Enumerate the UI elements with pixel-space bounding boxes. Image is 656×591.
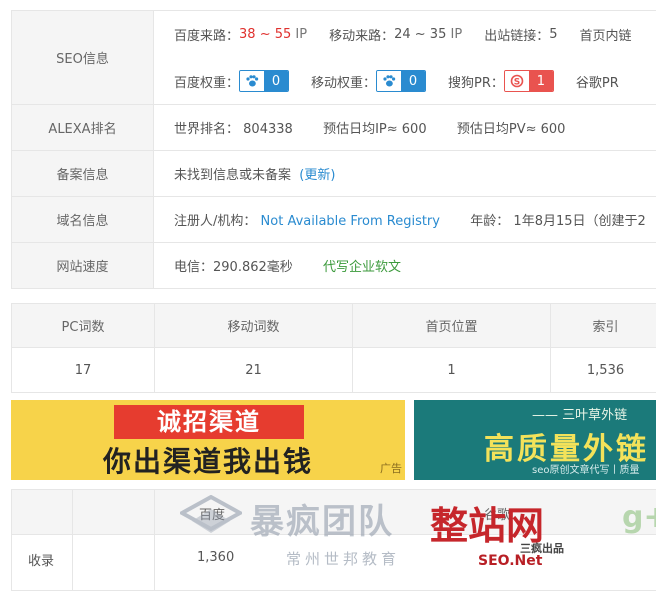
age-label: 年龄： bbox=[470, 214, 509, 229]
beian-update-link[interactable]: (更新) bbox=[299, 168, 335, 183]
baidu-weight-badge[interactable]: 0 bbox=[239, 70, 289, 92]
watermark-logo: 暴疯团队 bbox=[180, 494, 394, 543]
channel-recruit-banner[interactable]: 诚招渠道 你出渠道我出钱 广告 bbox=[11, 400, 405, 480]
world-rank-value: 804338 bbox=[243, 122, 293, 137]
sogou-pr-badge[interactable]: S 1 bbox=[504, 70, 554, 92]
baidu-weight-label: 百度权重： bbox=[174, 72, 239, 91]
site-info-table: SEO信息 百度来路： 38 ~ 55 IP 移动来路： 24 ~ 35 IP … bbox=[11, 10, 656, 289]
beian-label: 备案信息 bbox=[12, 151, 154, 197]
header-pc-words: PC词数 bbox=[12, 304, 155, 348]
domain-values: 注册人/机构： Not Available From Registry 年龄： … bbox=[154, 197, 656, 243]
homepage-links-label: 首页内链 bbox=[579, 25, 631, 44]
google-pr-label: 谷歌PR bbox=[576, 72, 619, 91]
value-pc-words[interactable]: 17 bbox=[12, 348, 155, 393]
ip-estimate: 预估日均IP≈ 600 bbox=[323, 122, 427, 137]
logo-icon bbox=[180, 495, 242, 543]
domain-label: 域名信息 bbox=[12, 197, 154, 243]
ip-unit-2: IP bbox=[451, 27, 463, 42]
indexed-left-column bbox=[12, 490, 73, 590]
ip-unit-1: IP bbox=[295, 27, 307, 42]
header-index: 索引 bbox=[551, 304, 656, 348]
ad-link[interactable]: 代写企业软文 bbox=[323, 260, 401, 275]
pv-estimate: 预估日均PV≈ 600 bbox=[457, 122, 566, 137]
watermark-site-sub: SEO.Net bbox=[478, 553, 542, 569]
watermark-sub-text: 常州世邦教育 bbox=[286, 548, 400, 569]
beian-value: 未找到信息或未备案 bbox=[174, 168, 291, 183]
banner-left-bottom-text: 你出渠道我出钱 bbox=[11, 440, 405, 480]
svg-text:S: S bbox=[514, 78, 520, 88]
registrant-label: 注册人/机构： bbox=[174, 214, 256, 229]
mobile-weight-value: 0 bbox=[401, 71, 425, 91]
alexa-label: ALEXA排名 bbox=[12, 105, 154, 151]
word-count-value-row: 17 21 1 1,536 bbox=[12, 348, 656, 393]
header-homepage-position: 首页位置 bbox=[353, 304, 551, 348]
banner-left-top-text: 诚招渠道 bbox=[114, 405, 304, 439]
baidu-route-value: 38 ~ 55 bbox=[239, 27, 291, 42]
mobile-weight-label: 移动权重： bbox=[311, 72, 376, 91]
baidu-route-label: 百度来路： bbox=[174, 25, 239, 44]
indexed-baidu-value[interactable]: 1,360 bbox=[197, 550, 234, 565]
paw-icon bbox=[240, 71, 264, 91]
header-mobile-words: 移动词数 bbox=[155, 304, 353, 348]
word-count-header-row: PC词数 移动词数 首页位置 索引 bbox=[12, 304, 656, 348]
seo-values: 百度来路： 38 ~ 55 IP 移动来路： 24 ~ 35 IP 出站链接： … bbox=[154, 11, 656, 105]
age-value: 1年8月15日（创建于2 bbox=[513, 214, 645, 229]
value-mobile-words[interactable]: 21 bbox=[155, 348, 353, 393]
telecom-speed: 电信：290.862毫秒 bbox=[174, 260, 293, 275]
beian-values: 未找到信息或未备案 (更新) bbox=[154, 151, 656, 197]
sogou-pr-label: 搜狗PR： bbox=[448, 72, 504, 91]
ad-tag: 广告 bbox=[380, 460, 402, 476]
world-rank-label: 世界排名： bbox=[174, 122, 239, 137]
seo-line-2: 百度权重： 0 移动权重： 0 搜狗PR： bbox=[174, 57, 656, 104]
seo-line-1: 百度来路： 38 ~ 55 IP 移动来路： 24 ~ 35 IP 出站链接： … bbox=[174, 11, 656, 57]
word-count-table: PC词数 移动词数 首页位置 索引 17 21 1 1,536 bbox=[11, 303, 656, 393]
paw-icon bbox=[377, 71, 401, 91]
baidu-weight-value: 0 bbox=[264, 71, 288, 91]
speed-values: 电信：290.862毫秒 代写企业软文 bbox=[154, 243, 656, 289]
value-index[interactable]: 1,536 bbox=[551, 348, 656, 393]
alexa-values: 世界排名： 804338 预估日均IP≈ 600 预估日均PV≈ 600 bbox=[154, 105, 656, 151]
mobile-route-value: 24 ~ 35 bbox=[394, 27, 446, 42]
banner-right-line1: —— 三叶草外链 bbox=[532, 404, 627, 423]
sogou-icon: S bbox=[505, 71, 529, 91]
banner-right-line3: seo原创文章代写丨质量 bbox=[532, 461, 639, 476]
registrant-value[interactable]: Not Available From Registry bbox=[261, 214, 440, 229]
seo-label: SEO信息 bbox=[12, 11, 154, 105]
mobile-route-label: 移动来路： bbox=[329, 25, 394, 44]
value-homepage-position: 1 bbox=[353, 348, 551, 393]
speed-label: 网站速度 bbox=[12, 243, 154, 289]
mobile-weight-badge[interactable]: 0 bbox=[376, 70, 426, 92]
sogou-pr-value: 1 bbox=[529, 71, 553, 91]
watermark-logo-text: 暴疯团队 bbox=[250, 494, 394, 543]
backlink-banner[interactable]: —— 三叶草外链 高质量外链 seo原创文章代写丨质量 bbox=[414, 400, 656, 480]
outlinks-value: 5 bbox=[549, 27, 557, 42]
google-plus-icon: g+ bbox=[622, 500, 656, 552]
outlinks-label: 出站链接： bbox=[484, 25, 549, 44]
indexed-row-label: 收录 bbox=[28, 550, 54, 569]
